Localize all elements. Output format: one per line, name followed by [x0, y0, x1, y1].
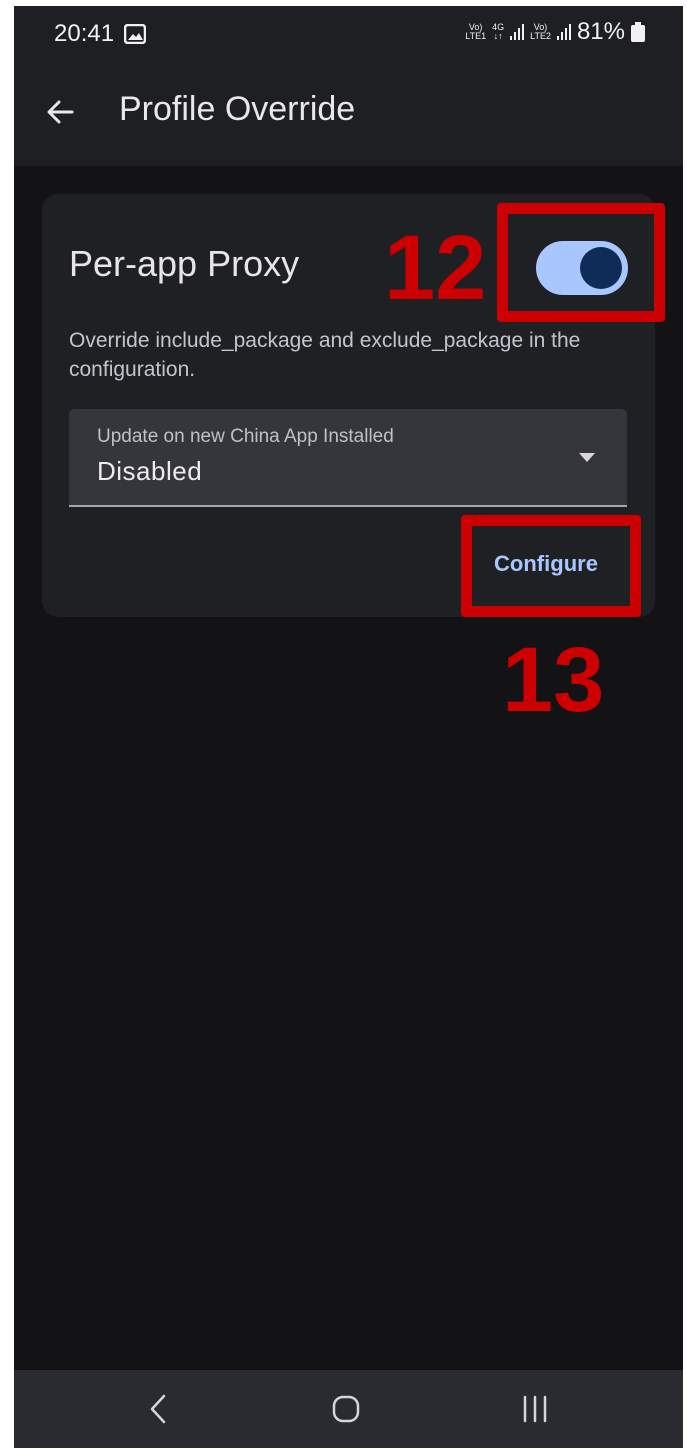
caret-down-icon — [579, 453, 595, 462]
sim1-label-bottom: LTE1 — [465, 31, 487, 41]
sim2-label: Vo) LTE2 — [530, 23, 551, 41]
signal-sim2-icon — [556, 24, 571, 40]
dropdown-value: Disabled — [97, 456, 203, 486]
per-app-proxy-title: Per-app Proxy — [69, 243, 300, 284]
status-icons: Vo) LTE1 4G ↓↑ Vo) LTE2 81% — [465, 18, 645, 46]
signal-sim1-icon — [510, 24, 525, 40]
network-type-label: 4G ↓↑ — [492, 23, 504, 41]
sim2-label-bottom: LTE2 — [530, 31, 551, 41]
annotation-number-12: 12 — [384, 217, 487, 319]
battery-icon — [631, 22, 645, 42]
network-type-bottom: ↓↑ — [493, 31, 503, 41]
page-title: Profile Override — [119, 90, 356, 128]
annotation-number-13: 13 — [502, 629, 605, 731]
nav-back-icon[interactable] — [144, 1392, 174, 1426]
per-app-proxy-description: Override include_package and exclude_pac… — [69, 329, 581, 381]
dropdown-label: Update on new China App Installed — [97, 426, 394, 447]
annotation-box-configure — [461, 515, 641, 617]
nav-recents-icon[interactable] — [519, 1394, 551, 1424]
gallery-notification-icon — [124, 24, 146, 44]
header-area: 20:41 Vo) LTE1 4G ↓↑ Vo) LTE2 81% Profil… — [14, 6, 683, 166]
battery-percent: 81% — [576, 18, 625, 45]
sim1-label: Vo) LTE1 — [465, 23, 486, 41]
status-time: 20:41 — [54, 20, 115, 47]
annotation-box-toggle — [497, 203, 665, 322]
system-nav-bar — [14, 1370, 683, 1448]
back-arrow-icon[interactable] — [42, 94, 78, 130]
nav-home-icon[interactable] — [331, 1394, 361, 1424]
update-on-new-china-app-dropdown[interactable]: Update on new China App Installed Disabl… — [69, 409, 627, 507]
phone-screen: 20:41 Vo) LTE1 4G ↓↑ Vo) LTE2 81% Profil… — [14, 6, 683, 1448]
